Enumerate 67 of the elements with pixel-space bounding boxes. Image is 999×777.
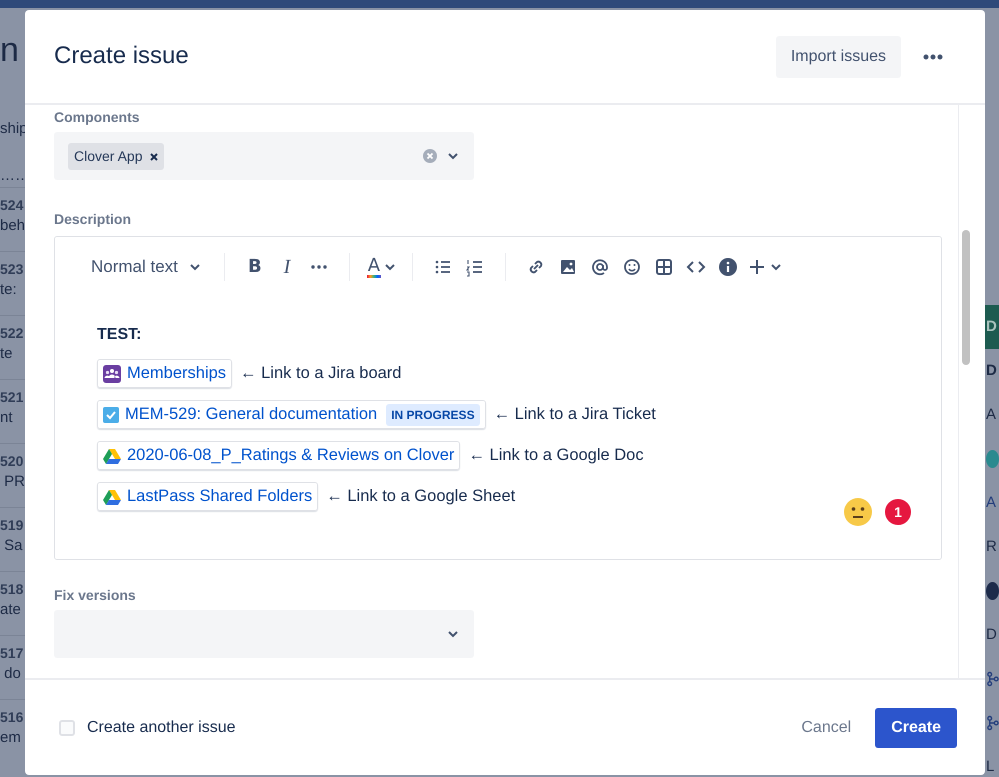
smiley-icon [622,257,642,277]
info-icon [718,257,738,277]
section-heading: D [986,360,997,381]
issue-key: 523 [0,260,40,278]
italic-button[interactable]: I [270,251,303,283]
more-icon [923,54,943,60]
create-button[interactable]: Create [875,708,957,748]
status-lozenge: IN PROGRESS [386,404,480,426]
components-select[interactable]: Clover App [54,132,474,180]
dialog-title: Create issue [54,42,189,71]
issue-key: 521 [0,388,40,406]
content-heading: TEST: [97,325,142,345]
drive-icon [103,488,121,504]
field-label: A [986,404,996,425]
field-label: Fix versions [54,586,137,604]
numbered-list-icon [464,257,485,277]
checkbox-icon [103,406,119,422]
branch-icon [986,715,999,731]
smart-link[interactable]: LastPass Shared Folders [97,482,318,511]
note-text: ← Link to a Jira board [240,363,402,384]
page-title: n [0,30,20,70]
issue-summary: do [3,664,21,684]
field-label: L [986,756,994,777]
issue-summary: nt [0,408,13,428]
field-label: Components [54,108,141,126]
issue-key: 524 [0,196,40,214]
checkbox[interactable] [59,720,75,736]
cancel-button[interactable]: Cancel [789,708,864,748]
field-label: Description [54,210,132,228]
bold-button[interactable]: B [238,251,271,283]
issue-key: 518 [0,580,40,598]
issue-summary: beh [0,216,26,236]
smart-link[interactable]: Memberships [97,359,232,388]
team-icon [103,364,121,382]
issue-summary: te [0,344,13,364]
field-label: R [986,536,997,557]
issue-summary: em [0,728,21,748]
issue-key: 522 [0,324,40,342]
more-icon [310,265,327,269]
issue-key: 517 [0,644,40,662]
text-style-dropdown[interactable]: Normal text [83,251,210,283]
drive-icon [103,448,121,464]
branch-icon [986,671,999,687]
issue-summary: Sa [3,536,23,556]
issue-summary: te: [0,280,17,300]
mention-icon [590,257,610,277]
issue-key: 519 [0,516,40,534]
smart-link[interactable]: MEM-529: General documentation IN PROGRESS [97,400,486,429]
tag-label: Clover App [74,146,142,166]
note-text: ← Link to a Jira Ticket [494,404,656,426]
scrollbar-thumb[interactable] [962,230,970,365]
import-issues-button[interactable]: Import issues [776,36,901,78]
issue-summary: PR [3,472,26,492]
note-text: ← Link to a Google Doc [468,445,644,466]
text-color-button[interactable]: A [364,251,398,283]
remove-icon[interactable] [150,152,158,161]
issue-summary: ate [0,600,21,620]
notification-badge[interactable]: 1 [883,497,913,527]
issue-key: 520 [0,452,40,470]
rich-text-editor[interactable] [54,236,942,560]
note-text: ← Link to a Google Sheet [326,486,516,508]
table-icon [654,257,674,277]
issue-key: 516 [0,708,40,726]
smart-link[interactable]: 2020-06-08_P_Ratings & Reviews on Clover [97,441,460,470]
field-label: D [986,624,997,645]
checkbox-label: Create another issue [87,718,236,738]
neutral-face-icon [843,497,873,527]
